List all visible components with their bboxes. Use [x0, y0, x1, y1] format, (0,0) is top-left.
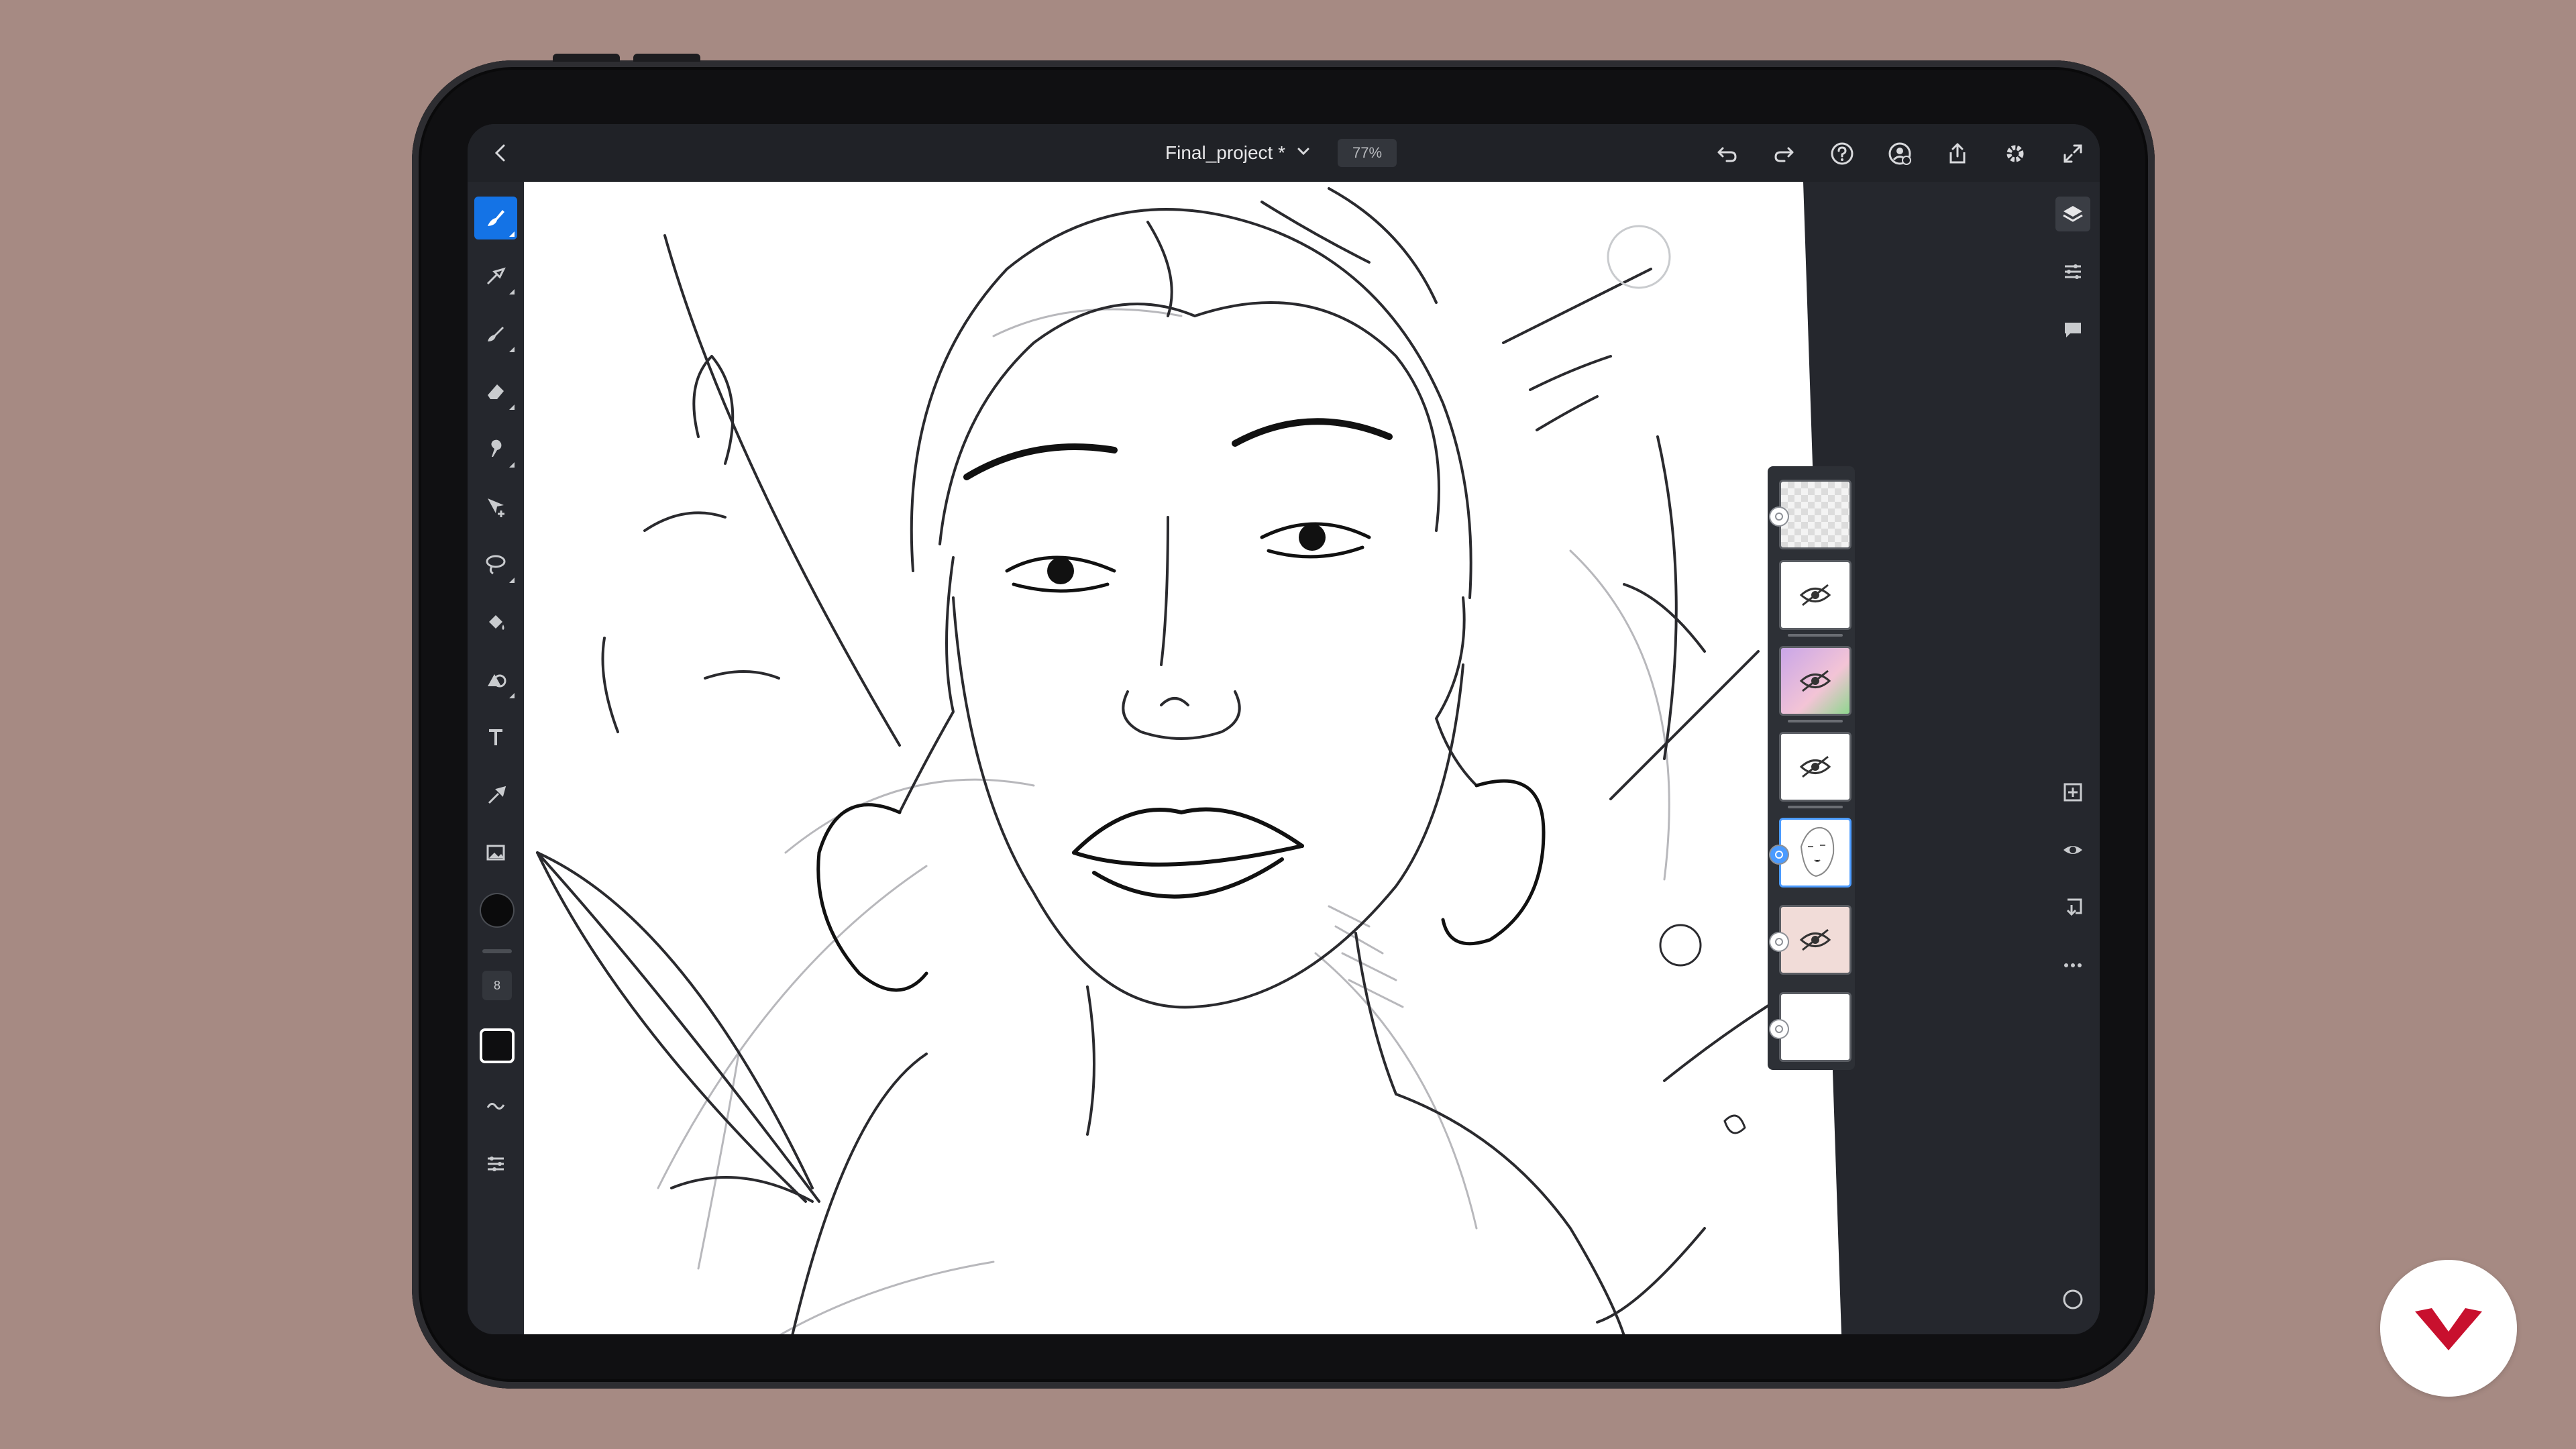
- move-tool[interactable]: [474, 485, 517, 528]
- drawing-canvas[interactable]: [524, 182, 1841, 1334]
- brush-size-slider[interactable]: [482, 949, 512, 953]
- zoom-level[interactable]: 77%: [1337, 139, 1397, 167]
- document-title-group[interactable]: Final_project * 77%: [1165, 138, 1397, 168]
- layers-panel: [1768, 466, 1855, 1070]
- tablet-volume-button: [553, 54, 620, 62]
- tool-options-indicator: [509, 405, 515, 410]
- fill-tool[interactable]: [474, 600, 517, 643]
- tool-options-indicator: [509, 347, 515, 352]
- right-rail: [2046, 182, 2100, 1334]
- eyedropper-tool[interactable]: [474, 773, 517, 816]
- layer-link-icon[interactable]: [1770, 508, 1788, 525]
- document-title[interactable]: Final_project *: [1165, 142, 1285, 164]
- brand-logo: [2380, 1260, 2517, 1397]
- layer-thumbnail-7[interactable]: [1779, 992, 1851, 1062]
- left-toolbar: 8: [468, 182, 524, 1334]
- app-screen: Final_project * 77% 8: [468, 124, 2100, 1334]
- hidden-eye-icon: [1799, 755, 1831, 778]
- layer-group-divider: [1788, 806, 1843, 808]
- place-image-tool[interactable]: [474, 831, 517, 874]
- pixel-brush-tool[interactable]: [474, 254, 517, 297]
- tool-options-indicator: [509, 231, 515, 237]
- layer-link-icon[interactable]: [1770, 846, 1788, 863]
- layer-thumbnail-6[interactable]: [1779, 905, 1851, 975]
- hidden-eye-icon: [1799, 584, 1831, 606]
- status-circle-icon[interactable]: [2055, 1282, 2090, 1317]
- brush-tool[interactable]: [474, 197, 517, 239]
- merge-down-icon[interactable]: [2055, 890, 2090, 925]
- layer-group-divider: [1788, 634, 1843, 637]
- help-icon[interactable]: [1825, 136, 1860, 171]
- brush-size-value[interactable]: 8: [482, 971, 512, 1000]
- add-layer-icon[interactable]: [2055, 775, 2090, 810]
- fullscreen-icon[interactable]: [2055, 136, 2090, 171]
- tool-options-indicator: [509, 462, 515, 468]
- hidden-eye-icon: [1799, 928, 1831, 951]
- back-chevron-icon[interactable]: [486, 139, 515, 167]
- share-icon[interactable]: [1940, 136, 1975, 171]
- sketch-preview: [1800, 826, 1835, 877]
- layer-thumbnail-5[interactable]: [1779, 818, 1851, 888]
- layer-thumbnail-3[interactable]: [1779, 646, 1851, 716]
- layer-thumbnail-1[interactable]: [1779, 480, 1851, 549]
- eraser-tool[interactable]: [474, 370, 517, 413]
- tool-options-indicator: [509, 578, 515, 583]
- layer-link-icon[interactable]: [1770, 1020, 1788, 1038]
- smudge-tool[interactable]: [474, 427, 517, 470]
- invite-user-icon[interactable]: [1882, 136, 1917, 171]
- tablet-volume-button: [633, 54, 700, 62]
- smoothing-icon[interactable]: [474, 1085, 517, 1128]
- tool-options-indicator: [509, 289, 515, 294]
- layers-icon[interactable]: [2055, 197, 2090, 231]
- comments-icon[interactable]: [2055, 312, 2090, 347]
- lasso-selection-tool[interactable]: [474, 543, 517, 586]
- visibility-eye-icon[interactable]: [2055, 833, 2090, 867]
- settings-gear-icon[interactable]: [1998, 136, 2033, 171]
- domestika-logo-icon: [2415, 1308, 2482, 1350]
- type-tool[interactable]: [474, 716, 517, 759]
- chevron-down-icon[interactable]: [1295, 143, 1312, 164]
- layer-group-divider: [1788, 720, 1843, 722]
- portrait-sketch: [536, 187, 1800, 1334]
- redo-icon[interactable]: [1767, 136, 1802, 171]
- primary-color-swatch[interactable]: [481, 894, 513, 926]
- layer-link-icon[interactable]: [1770, 933, 1788, 951]
- shape-tool[interactable]: [474, 658, 517, 701]
- live-brush-tool[interactable]: [474, 312, 517, 355]
- properties-icon[interactable]: [2055, 254, 2090, 289]
- top-bar: Final_project * 77%: [468, 124, 2100, 182]
- hidden-eye-icon: [1799, 669, 1831, 692]
- undo-icon[interactable]: [1709, 136, 1744, 171]
- stroke-color-swatch[interactable]: [480, 1028, 515, 1063]
- brush-settings-icon[interactable]: [474, 1142, 517, 1185]
- top-icon-group: [1709, 136, 2090, 171]
- more-options-icon[interactable]: [2055, 948, 2090, 983]
- layer-thumbnail-2[interactable]: [1779, 560, 1851, 630]
- layer-thumbnail-4[interactable]: [1779, 732, 1851, 802]
- tool-options-indicator: [509, 693, 515, 698]
